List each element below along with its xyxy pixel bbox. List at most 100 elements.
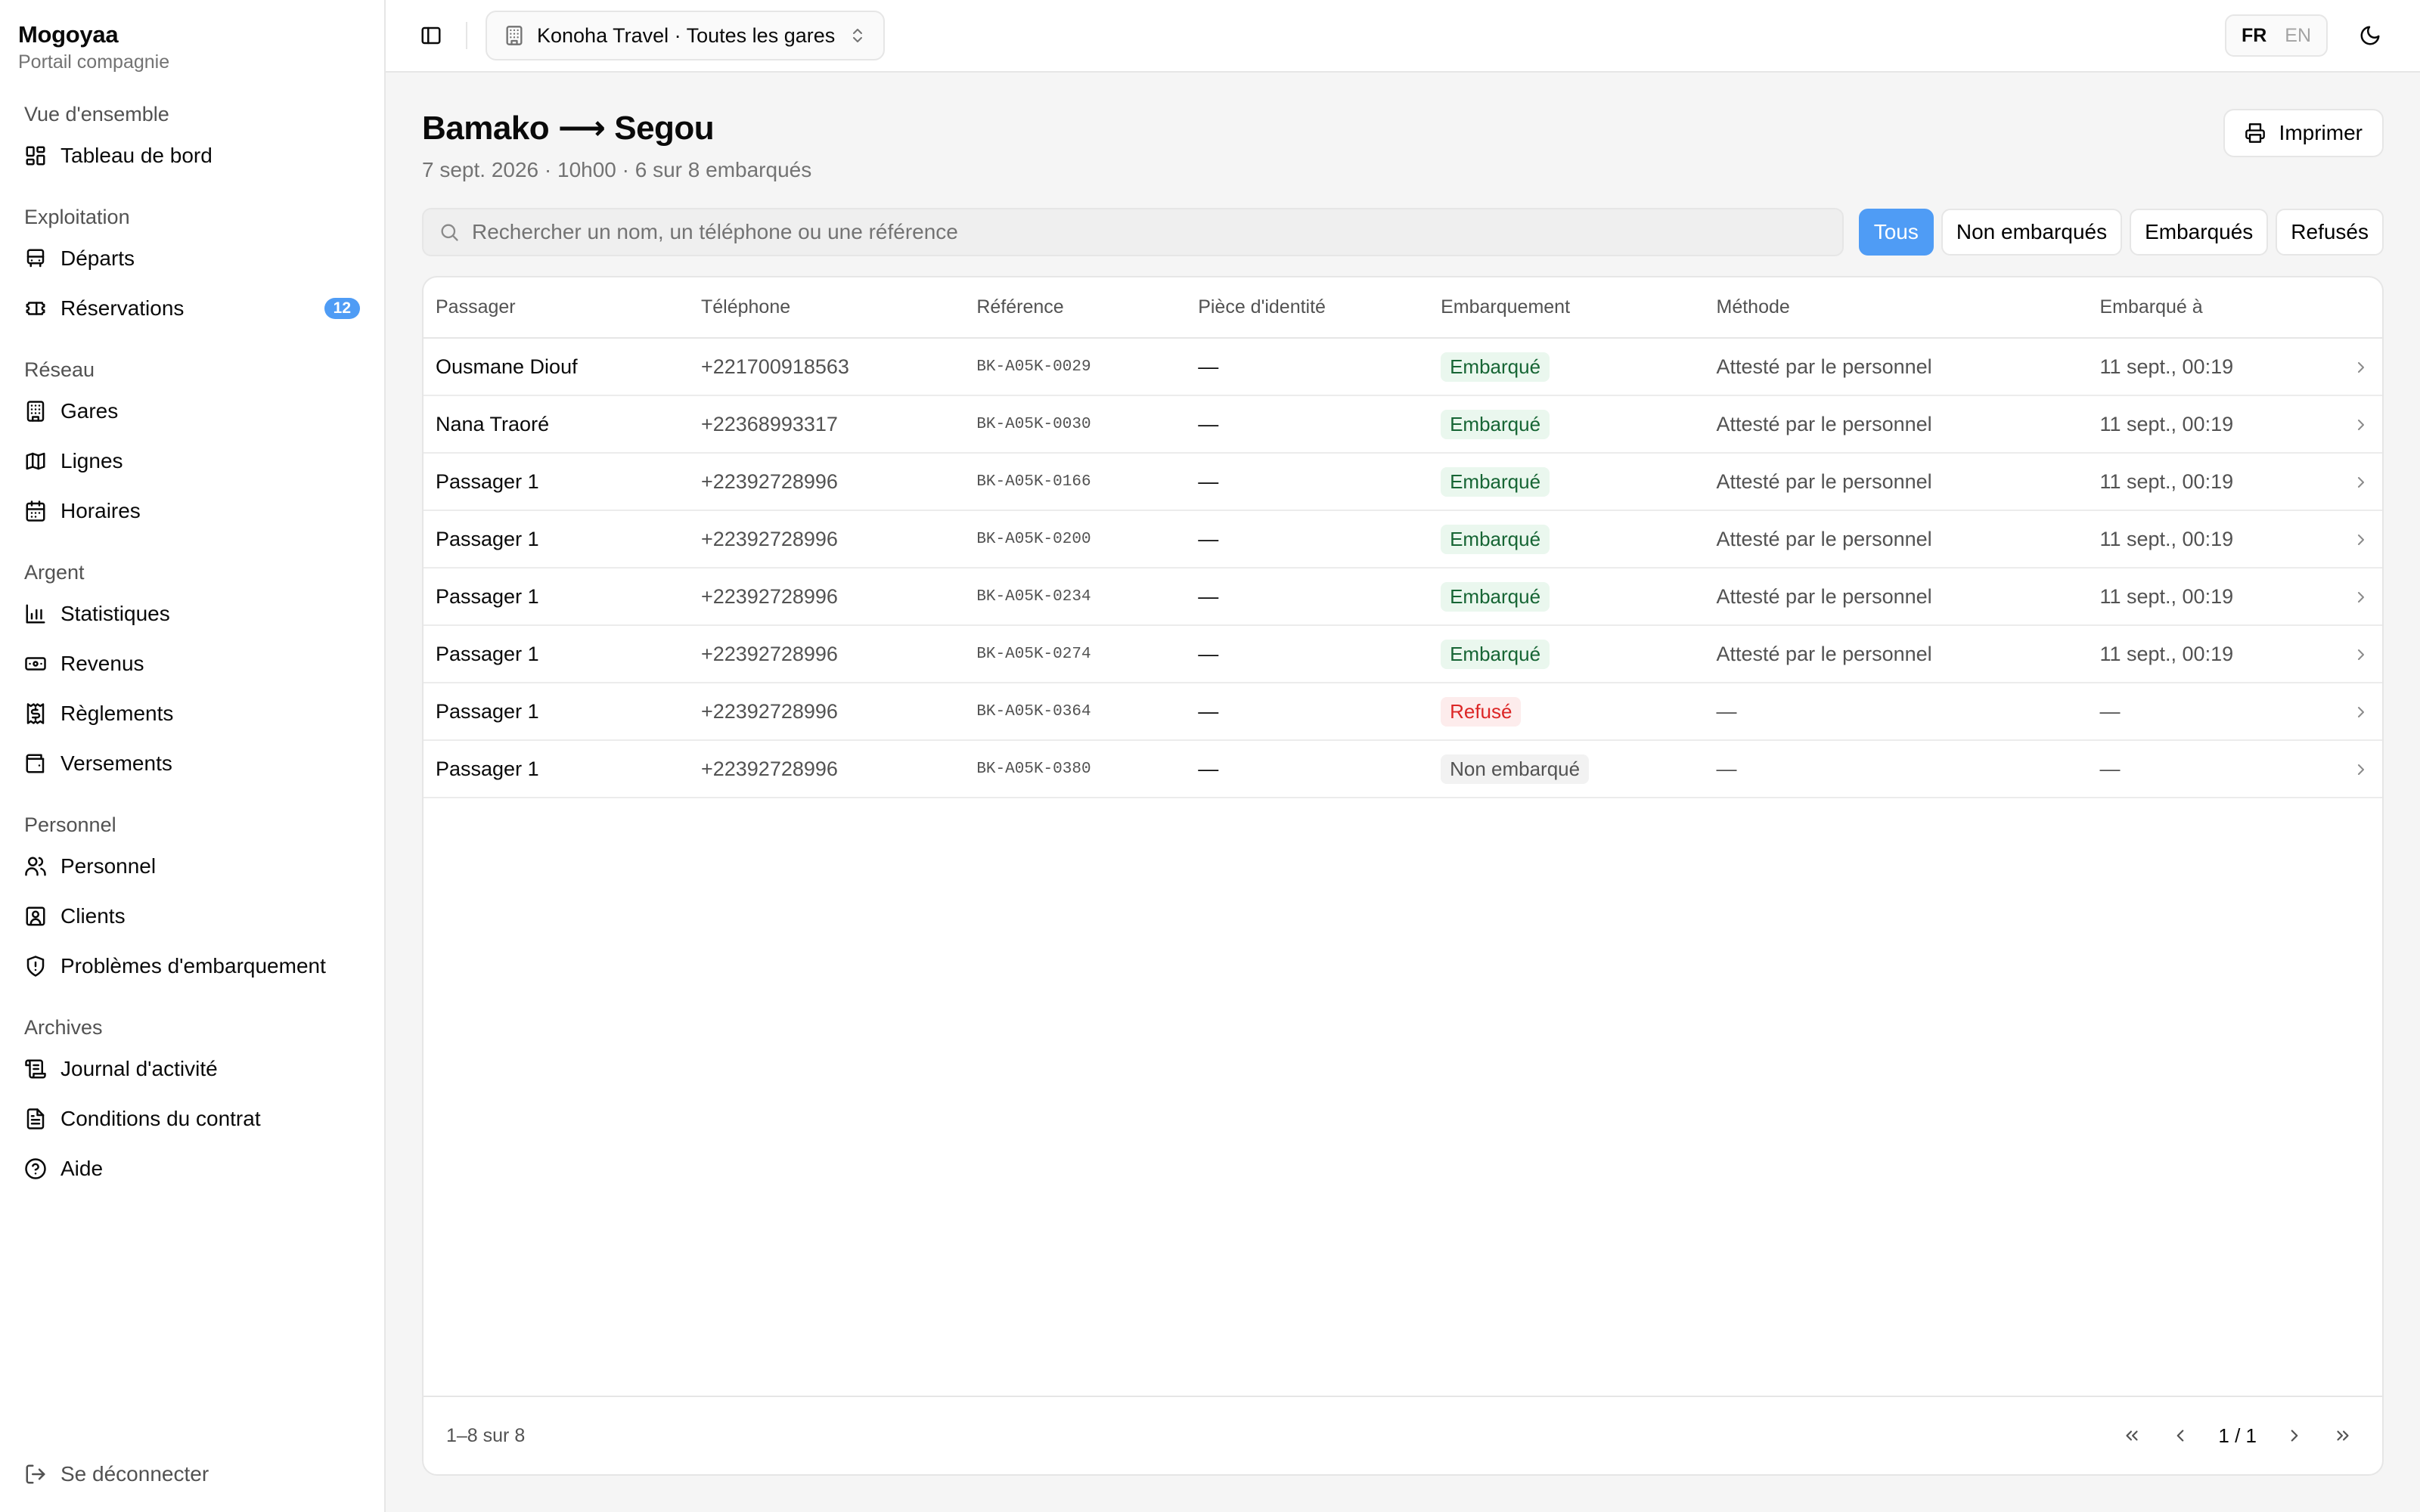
chevrons-left-icon (2126, 1430, 2138, 1441)
boarding-method: — (1704, 740, 2088, 798)
table-row[interactable]: Passager 1 +22392728996 BK-A05K-0274— Embar… (424, 625, 2382, 683)
boarding-method: Attesté par le personnel (1704, 568, 2088, 626)
table-row[interactable]: Ousmane Diouf +221700918563 BK-A05K-0029— E… (424, 338, 2382, 396)
table-row[interactable]: Passager 1 +22392728996 BK-A05K-0200— Embar… (424, 510, 2382, 569)
row-open-cell[interactable] (2340, 338, 2382, 396)
row-open-cell[interactable] (2340, 683, 2382, 741)
sidebar-item-personnel[interactable]: Personnel (18, 841, 366, 891)
boarded-at: 11 sept., 00:19 (2087, 338, 2340, 396)
boarded-at: 11 sept., 00:19 (2087, 395, 2340, 454)
sidebar-item-versements[interactable]: Versements (18, 739, 366, 789)
chevron-left-icon (2177, 1430, 2184, 1442)
passenger-name: Passager 1 (424, 740, 689, 798)
building-icon (506, 26, 523, 45)
status-badge: Embarqué (1441, 466, 1550, 497)
sidebar-item-reglements[interactable]: Règlements (18, 689, 366, 739)
boarding-status-cell: Embarqué (1429, 338, 1705, 396)
brand-subtitle: Portail compagnie (18, 51, 170, 73)
chevrons-right-icon (2337, 1430, 2349, 1441)
print-button[interactable]: Imprimer (2223, 109, 2384, 157)
first-page-button[interactable] (2115, 1419, 2149, 1452)
boarding-status-cell: Refusé (1429, 683, 1705, 741)
chevron-right-icon (2291, 1430, 2298, 1442)
id-document: — (1186, 338, 1429, 396)
company-select[interactable]: Konoha Travel · Toutes les gares (486, 11, 886, 60)
boarding-method: Attesté par le personnel (1704, 395, 2088, 454)
passenger-phone: +22392728996 (688, 625, 965, 683)
table-footer: 1–8 sur 8 1 / 1 (424, 1396, 2382, 1474)
next-page-button[interactable] (2278, 1419, 2311, 1452)
row-open-cell[interactable] (2340, 568, 2382, 626)
row-open-cell[interactable] (2340, 510, 2382, 569)
filter-non-embarques[interactable]: Non embarqués (1941, 209, 2123, 256)
print-label: Imprimer (2279, 121, 2363, 144)
sidebar-item-tableau-de-bord[interactable]: Tableau de bord (18, 131, 366, 181)
last-page-button[interactable] (2326, 1419, 2360, 1452)
sidebar-item-revenus[interactable]: Revenus (18, 639, 366, 689)
sidebar-item-aide[interactable]: Aide (18, 1144, 366, 1194)
row-open-cell[interactable] (2340, 453, 2382, 511)
chevron-right-icon (2358, 477, 2364, 488)
passenger-phone: +221700918563 (688, 338, 965, 396)
table-row[interactable]: Passager 1 +22392728996 BK-A05K-0166— Embar… (424, 453, 2382, 511)
passenger-name: Passager 1 (424, 683, 689, 741)
sidebar-item-lignes[interactable]: Lignes (18, 436, 366, 486)
main: Konoha Travel · Toutes les gares FR EN B… (386, 0, 2420, 1512)
table-row[interactable]: Passager 1 +22392728996 BK-A05K-0364— Refus… (424, 683, 2382, 741)
boarding-method: Attesté par le personnel (1704, 625, 2088, 683)
sidebar-item-statistiques[interactable]: Statistiques (18, 589, 366, 639)
lang-en-button[interactable]: EN (2276, 25, 2320, 47)
pagination: 1 / 1 (2115, 1419, 2360, 1452)
sidebar-item-label: Gares (60, 399, 119, 423)
column-header-methode: Méthode (1704, 277, 2088, 339)
sidebar-toggle-button[interactable] (408, 13, 454, 58)
boarding-status-cell: Embarqué (1429, 510, 1705, 569)
passenger-phone: +22392728996 (688, 740, 965, 798)
wallet-icon (26, 754, 45, 773)
status-badge: Refusé (1441, 696, 1522, 727)
theme-toggle-button[interactable] (2347, 13, 2393, 58)
table-row[interactable]: Passager 1 +22392728996 BK-A05K-0234— Embar… (424, 568, 2382, 626)
boarding-method: — (1704, 683, 2088, 741)
sidebar-item-conditions-du-contrat[interactable]: Conditions du contrat (18, 1094, 366, 1144)
table-row[interactable]: Nana Traoré +22368993317 BK-A05K-0030— Emba… (424, 395, 2382, 454)
sidebar-item-problemes-d-embarquement[interactable]: Problèmes d'embarquement (18, 941, 366, 991)
lang-fr-button[interactable]: FR (2232, 25, 2276, 47)
booking-reference: BK-A05K-0029 (964, 338, 1187, 396)
calendar-icon (26, 500, 45, 522)
filter-embarques[interactable]: Embarqués (2130, 209, 2269, 256)
row-count: 1–8 sur 8 (446, 1424, 526, 1446)
row-open-cell[interactable] (2340, 395, 2382, 454)
sidebar-toggle-icon (421, 26, 441, 45)
boarding-status-cell: Embarqué (1429, 568, 1705, 626)
booking-reference: BK-A05K-0234 (964, 568, 1187, 626)
boarded-at: — (2087, 740, 2340, 798)
boarding-method: Attesté par le personnel (1704, 510, 2088, 569)
prev-page-button[interactable] (2164, 1419, 2197, 1452)
column-header-embarque-a: Embarqué à (2087, 277, 2340, 339)
boarded-at: 11 sept., 00:19 (2087, 568, 2340, 626)
row-open-cell[interactable] (2340, 625, 2382, 683)
search-input[interactable] (472, 220, 1827, 244)
topbar: Konoha Travel · Toutes les gares FR EN (386, 0, 2420, 73)
sidebar-item-gares[interactable]: Gares (18, 386, 366, 436)
table-row[interactable]: Passager 1 +22392728996 BK-A05K-0380— Non e… (424, 740, 2382, 798)
sidebar-item-label: Réservations (60, 296, 185, 320)
sidebar-item-journal-d-activite[interactable]: Journal d'activité (18, 1044, 366, 1094)
row-open-cell[interactable] (2340, 740, 2382, 798)
ticket-icon (26, 302, 45, 315)
filter-refuses[interactable]: Refusés (2276, 209, 2384, 256)
nav-group-label: Personnel (24, 813, 116, 836)
status-badge: Embarqué (1441, 409, 1550, 439)
logout-label: Se déconnecter (60, 1462, 209, 1486)
sidebar-item-reservations[interactable]: Réservations 12 (18, 284, 366, 333)
sidebar-item-label: Personnel (60, 854, 157, 878)
sidebar-item-clients[interactable]: Clients (18, 891, 366, 941)
id-document: — (1186, 510, 1429, 569)
boarding-status-cell: Embarqué (1429, 395, 1705, 454)
column-header-reference: Référence (964, 277, 1187, 339)
sidebar-item-departs[interactable]: Départs (18, 234, 366, 284)
sidebar-item-horaires[interactable]: Horaires (18, 486, 366, 536)
filter-tous[interactable]: Tous (1858, 209, 1934, 256)
logout-button[interactable]: Se déconnecter (18, 1455, 215, 1494)
